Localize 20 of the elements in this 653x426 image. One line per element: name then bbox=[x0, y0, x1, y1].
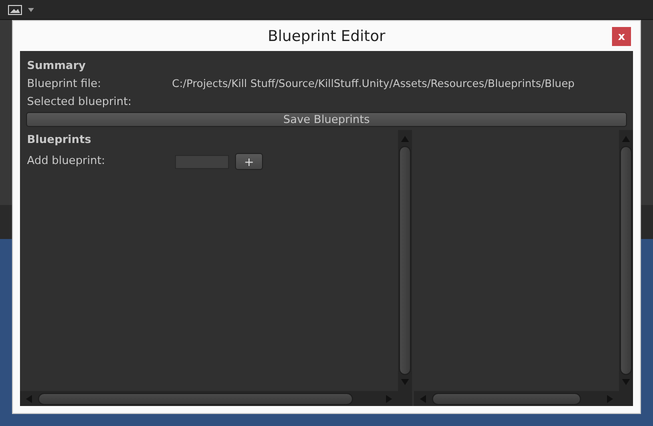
section-heading: Blueprints bbox=[27, 133, 92, 147]
window-title: Blueprint Editor bbox=[268, 26, 386, 47]
save-button[interactable]: Save Blueprints bbox=[26, 112, 627, 127]
close-button[interactable]: x bbox=[612, 27, 631, 46]
scrollbar-thumb[interactable] bbox=[399, 146, 411, 375]
scrollbar-thumb[interactable] bbox=[620, 146, 632, 375]
scrollbar-thumb[interactable] bbox=[38, 392, 353, 404]
vertical-scrollbar[interactable] bbox=[398, 130, 412, 391]
horizontal-scrollbar[interactable] bbox=[20, 391, 398, 406]
field-label: Selected blueprint: bbox=[27, 95, 133, 109]
image-icon[interactable] bbox=[8, 4, 22, 14]
scrollbar-thumb[interactable] bbox=[432, 392, 581, 404]
horizontal-scrollbar[interactable] bbox=[414, 391, 619, 406]
dropdown-caret-icon[interactable] bbox=[28, 8, 34, 12]
field-value: C:/Projects/Kill Stuff/Source/KillStuff.Unity/Assets/Resources/Blueprints/Bluep bbox=[172, 77, 575, 91]
section-heading: Summary bbox=[27, 59, 87, 73]
vertical-scrollbar[interactable] bbox=[619, 130, 633, 391]
add-button[interactable]: + bbox=[235, 153, 263, 170]
field-label: Blueprint file: bbox=[27, 77, 102, 91]
field-label: Add blueprint: bbox=[27, 153, 106, 170]
